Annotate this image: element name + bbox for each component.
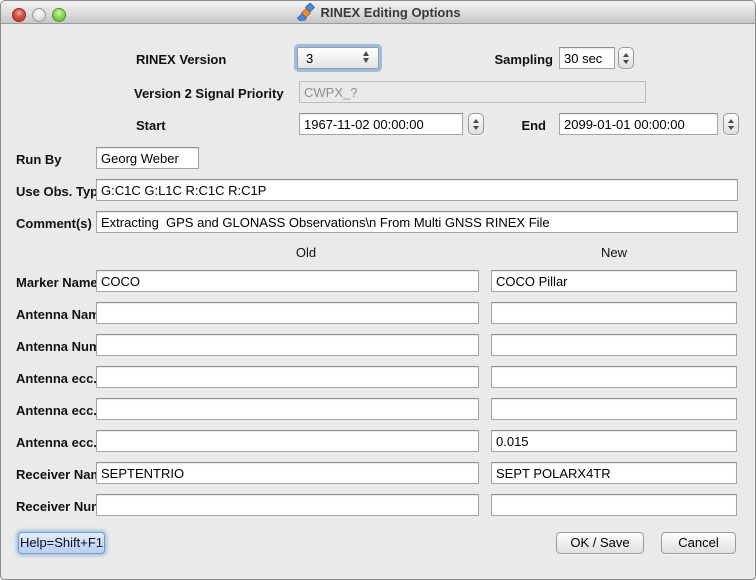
start-spinner[interactable]	[468, 113, 484, 135]
signal-priority-input	[299, 81, 646, 103]
help-button[interactable]: Help=Shift+F1	[18, 532, 105, 554]
antenna-name-new-input[interactable]	[491, 302, 737, 324]
sampling-input[interactable]	[559, 47, 615, 69]
end-label: End	[506, 118, 546, 133]
rinex-version-value: 3	[306, 51, 313, 66]
rinex-editing-options-window: RINEX Editing Options RINEX Version 3 Sa…	[0, 0, 756, 580]
marker-name-label: Marker Name	[16, 275, 98, 290]
receiver-name-new-input[interactable]	[491, 462, 737, 484]
end-spinner[interactable]	[723, 113, 739, 135]
antenna-ecc-de-new-input[interactable]	[491, 398, 737, 420]
cancel-button[interactable]: Cancel	[661, 532, 736, 554]
signal-priority-label: Version 2 Signal Priority	[134, 86, 284, 101]
marker-name-new-input[interactable]	[491, 270, 737, 292]
start-label: Start	[136, 118, 166, 133]
antenna-number-old-input[interactable]	[96, 334, 479, 356]
antenna-ecc-du-old-input[interactable]	[96, 430, 479, 452]
sampling-label: Sampling	[481, 52, 553, 67]
start-datetime-input[interactable]	[299, 113, 463, 135]
titlebar: RINEX Editing Options	[1, 1, 756, 24]
obs-types-input[interactable]	[96, 179, 738, 201]
antenna-ecc-dn-new-input[interactable]	[491, 366, 737, 388]
antenna-number-new-input[interactable]	[491, 334, 737, 356]
antenna-ecc-de-old-input[interactable]	[96, 398, 479, 420]
receiver-number-old-input[interactable]	[96, 494, 479, 516]
ok-save-button[interactable]: OK / Save	[556, 532, 644, 554]
end-datetime-input[interactable]	[559, 113, 718, 135]
new-column-header: New	[594, 245, 634, 260]
receiver-number-new-input[interactable]	[491, 494, 737, 516]
receiver-name-old-input[interactable]	[96, 462, 479, 484]
marker-name-old-input[interactable]	[96, 270, 479, 292]
comments-label: Comment(s)	[16, 216, 92, 231]
rinex-version-label: RINEX Version	[136, 52, 226, 67]
title-area: RINEX Editing Options	[1, 1, 756, 23]
antenna-ecc-du-new-input[interactable]	[491, 430, 737, 452]
antenna-name-old-input[interactable]	[96, 302, 479, 324]
run-by-label: Run By	[16, 152, 62, 167]
window-title: RINEX Editing Options	[320, 5, 460, 20]
sampling-spinner[interactable]	[618, 47, 634, 69]
antenna-ecc-dn-old-input[interactable]	[96, 366, 479, 388]
stepper-arrows-icon	[363, 51, 369, 63]
comments-input[interactable]	[96, 211, 738, 233]
run-by-input[interactable]	[96, 147, 199, 169]
old-column-header: Old	[286, 245, 326, 260]
rinex-version-select[interactable]: 3	[297, 47, 379, 69]
bnc-app-icon	[297, 3, 315, 21]
antenna-name-label: Antenna Name	[16, 307, 107, 322]
